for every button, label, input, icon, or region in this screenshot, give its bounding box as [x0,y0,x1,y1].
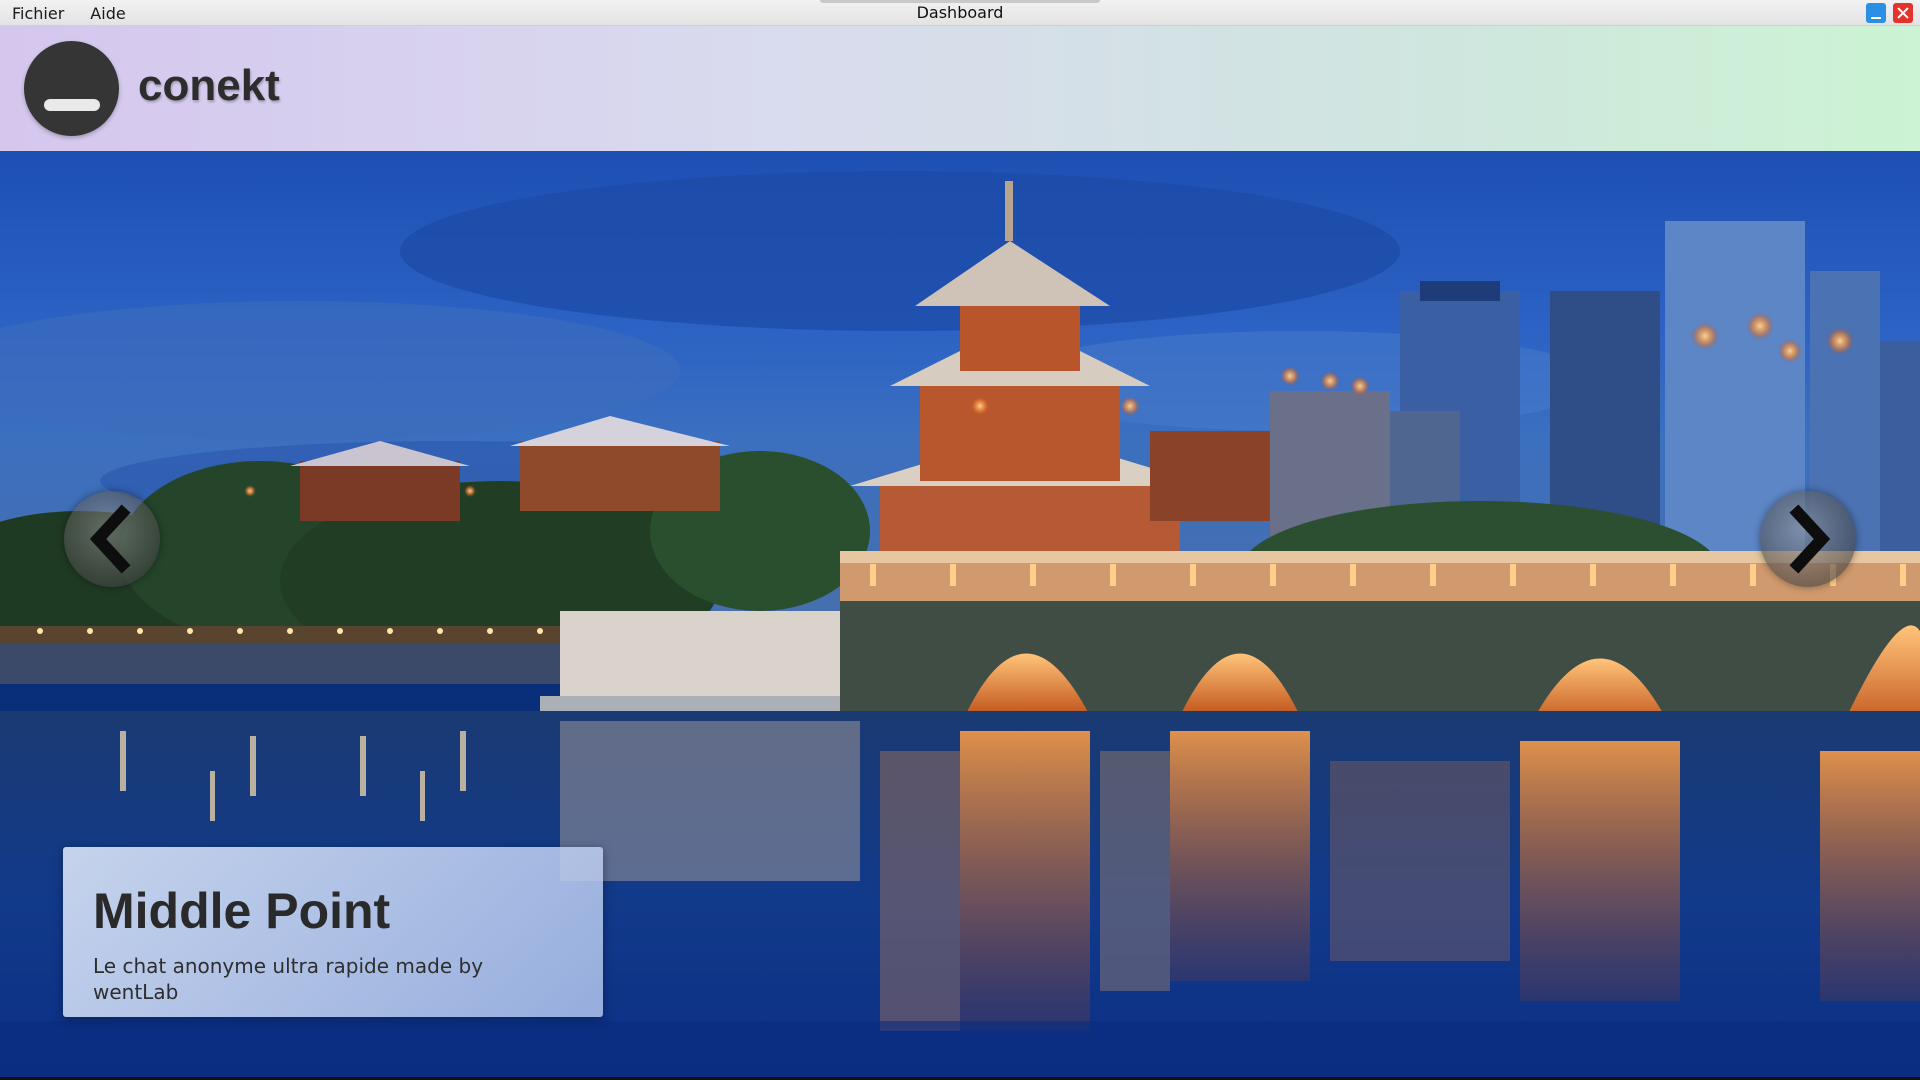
carousel-prev-button[interactable] [64,491,160,587]
carousel-next-button[interactable] [1760,491,1856,587]
app-header: conekt [0,26,1920,151]
slide-subtitle: Le chat anonyme ultra rapide made by wen… [93,954,484,1004]
carousel: Middle Point Le chat anonyme ultra rapid… [0,151,1920,1080]
slide-caption: Middle Point Le chat anonyme ultra rapid… [63,847,603,1017]
close-icon[interactable] [1893,3,1913,23]
title-bar: Fichier Aide Dashboard [0,0,1920,26]
minimize-icon[interactable] [1866,3,1886,23]
chevron-left-icon [89,504,131,574]
slide-title: Middle Point [93,883,391,939]
avatar-mouth-bar [44,99,100,111]
user-avatar-icon[interactable] [24,41,119,136]
brand-name: conekt [138,61,280,110]
window-title: Dashboard [916,3,1004,22]
chevron-right-icon [1789,504,1831,574]
app-window: Fichier Aide Dashboard conekt Middle Poi… [0,0,1920,1080]
